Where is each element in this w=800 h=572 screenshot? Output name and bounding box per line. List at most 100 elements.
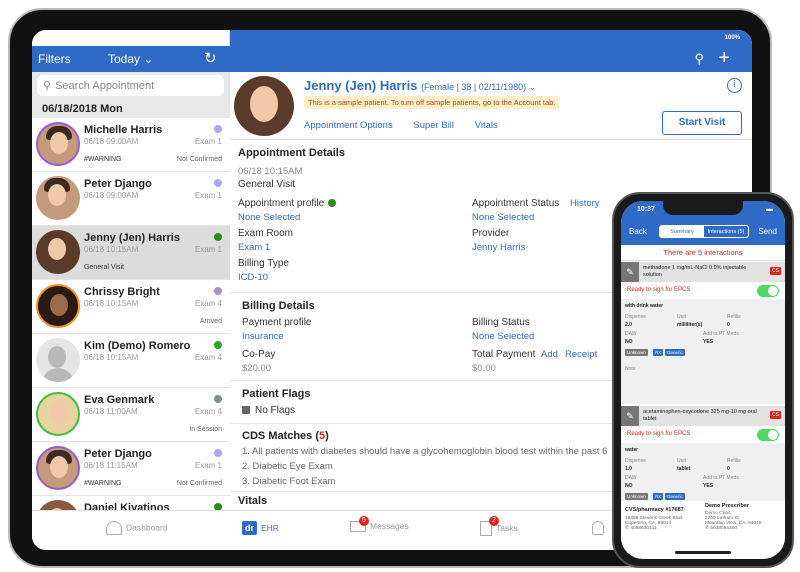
tab-tasks[interactable]: 2 Tasks <box>480 516 518 536</box>
add-pt-meds-label: Add to PT Meds <box>703 331 739 337</box>
avatar <box>36 446 80 490</box>
history-link[interactable]: History <box>570 198 600 209</box>
pharmacy-name: CVS/pharmacy #17687 <box>625 507 684 513</box>
prescription-card: ✎ methadone 1 mg/mL-NaCl 0.9% injectable… <box>621 262 785 404</box>
avatar <box>36 122 80 166</box>
refills-label: Refills <box>727 314 741 320</box>
epcs-toggle[interactable] <box>757 285 779 297</box>
unit-label: Unit <box>677 314 686 320</box>
patient-links: Appointment Options Super Bill Vitals <box>304 120 516 131</box>
appointment-row[interactable]: Peter Django 06/18 11:15AM Exam 1 #WARNI… <box>32 442 230 496</box>
appointment-status: In Session <box>189 426 222 433</box>
patient-name-dropdown[interactable]: Jenny (Jen) Harris (Female | 38 | 02/11/… <box>304 78 536 93</box>
pharmacy-info[interactable]: CVS/pharmacy #17687 19499 Stevens Creek … <box>625 507 703 531</box>
exam-room: Exam 4 <box>194 407 222 416</box>
segment-interactions[interactable]: Interactions (5) <box>704 226 748 237</box>
appointment-row[interactable]: Michelle Harris 06/18 09:00AM Exam 1 #WA… <box>32 118 230 172</box>
payment-profile-value[interactable]: Insurance <box>242 331 284 342</box>
appointment-note: #WARNING <box>84 156 122 163</box>
today-dropdown[interactable]: Today ⌄ <box>108 52 153 66</box>
appointment-time: 06/18 09:00AM <box>84 191 139 200</box>
segment-summary[interactable]: Summary <box>660 226 704 237</box>
filters-button[interactable]: Filters <box>38 52 71 66</box>
flags-value: No Flags <box>242 405 295 416</box>
start-visit-button[interactable]: Start Visit <box>662 111 742 135</box>
appointment-time: 06/18 11:15AM <box>84 461 138 470</box>
edit-pencil-icon[interactable]: ✎ <box>621 262 639 282</box>
search-icon[interactable]: ⚲ <box>694 51 704 67</box>
exam-room: Exam 4 <box>194 299 222 308</box>
epcs-toggle[interactable] <box>757 429 779 441</box>
appointment-status: Not Confirmed <box>176 480 222 487</box>
prescription-card: ✎ acetaminophen-oxycodone 325 mg-10 mg o… <box>621 406 785 501</box>
prescription-header[interactable]: ✎ acetaminophen-oxycodone 325 mg-10 mg o… <box>621 406 785 426</box>
controlled-substance-badge: CS <box>770 411 781 419</box>
billing-type-value[interactable]: ICD-10 <box>238 272 268 283</box>
receipt-link[interactable]: Receipt <box>565 349 597 360</box>
patient-name: Eva Genmark <box>84 394 155 406</box>
avatar-placeholder <box>36 338 80 382</box>
tab-lock[interactable] <box>592 521 608 535</box>
appointment-options-link[interactable]: Appointment Options <box>304 120 393 131</box>
super-bill-link[interactable]: Super Bill <box>413 120 454 131</box>
total-payment-value: $0.00 <box>472 363 496 374</box>
prescriber-phone: ✆ 5039066300 <box>705 526 738 531</box>
prescriber-info[interactable]: Demo Prescriber Demo Clinic 2250 Latham … <box>705 503 785 531</box>
appointment-row[interactable]: Chrissy Bright 06/18 10:15AM Exam 4 Arri… <box>32 280 230 334</box>
note-label[interactable]: Note <box>625 366 636 372</box>
chip-unknown: Unknown <box>625 493 648 500</box>
exam-room: Exam 1 <box>194 137 222 146</box>
status-dot <box>214 341 222 349</box>
appointment-status-value[interactable]: None Selected <box>472 212 534 223</box>
appointment-row[interactable]: Peter Django 06/18 09:00AM Exam 1 <box>32 172 230 226</box>
info-icon[interactable]: i <box>727 78 742 93</box>
vitals-link[interactable]: Vitals <box>475 120 498 131</box>
refresh-icon[interactable]: ↻ <box>204 49 217 67</box>
pharmacy-phone: ✆ 4088630411 <box>625 526 657 531</box>
billing-status-value[interactable]: None Selected <box>472 331 534 342</box>
avatar <box>36 176 80 220</box>
exam-room: Exam 1 <box>194 245 222 254</box>
appointment-profile-value[interactable]: None Selected <box>238 212 300 223</box>
interactions-alert: There are 5 interactions <box>621 245 785 261</box>
cds-item[interactable]: 2. Diabetic Eye Exam <box>242 461 333 472</box>
add-icon[interactable]: + <box>718 47 730 70</box>
add-payment-link[interactable]: Add <box>541 349 558 360</box>
send-button[interactable]: Send <box>758 227 777 236</box>
patient-avatar <box>234 76 294 136</box>
cds-item[interactable]: 3. Diabetic Foot Exam <box>242 476 335 487</box>
patient-header: Jenny (Jen) Harris (Female | 38 | 02/11/… <box>230 72 752 140</box>
provider-value[interactable]: Jenny Harris <box>472 242 525 253</box>
flag-icon <box>242 406 250 415</box>
exam-room: Exam 1 <box>194 191 222 200</box>
phone-time: 10:37 <box>637 206 655 213</box>
patient-meta: (Female | 38 | 02/11/1980) ⌄ <box>421 82 537 92</box>
edit-pencil-icon[interactable]: ✎ <box>621 406 639 426</box>
section-title: Billing Details <box>242 300 315 312</box>
exam-room-label: Exam Room <box>238 228 294 239</box>
appointment-row[interactable]: Kim (Demo) Romero 06/18 10:15AM Exam 4 <box>32 334 230 388</box>
appointment-status: Arrived <box>199 318 222 325</box>
tab-messages[interactable]: 5 Messages <box>350 516 409 533</box>
refills-value: 0 <box>727 322 730 328</box>
back-button[interactable]: Back <box>629 227 647 236</box>
tab-ehr[interactable]: dr EHR <box>242 521 279 535</box>
avatar <box>36 392 80 436</box>
status-dot <box>214 395 222 403</box>
exam-room-value[interactable]: Exam 1 <box>238 242 270 253</box>
home-indicator[interactable] <box>675 551 731 554</box>
search-appointment-input[interactable]: ⚲ Search Appointment <box>37 75 224 96</box>
appointment-status: Not Confirmed <box>176 156 222 163</box>
date-header: 06/18/2018 Mon <box>32 100 230 118</box>
chip-generic: Generic <box>665 493 685 500</box>
prescription-header[interactable]: ✎ methadone 1 mg/mL-NaCl 0.9% injectable… <box>621 262 785 282</box>
status-dot <box>214 179 222 187</box>
billing-type-label: Billing Type <box>238 258 289 269</box>
appointment-row[interactable]: Eva Genmark 06/18 11:00AM Exam 4 In Sess… <box>32 388 230 442</box>
appointment-row-selected[interactable]: Jenny (Jen) Harris 06/18 10:15AM Exam 1 … <box>32 226 230 280</box>
tab-dashboard[interactable]: Dashboard <box>106 521 168 535</box>
billing-status-label: Billing Status <box>472 317 530 328</box>
ehr-icon: dr <box>242 521 257 535</box>
patient-name: Kim (Demo) Romero <box>84 340 191 352</box>
cds-item[interactable]: 1. All patients with diabetes should hav… <box>242 446 607 457</box>
